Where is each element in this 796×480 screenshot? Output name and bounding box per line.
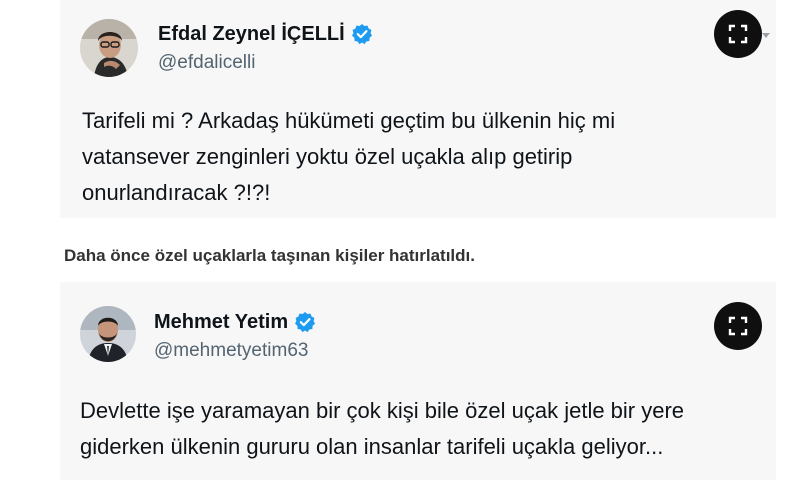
tweet-text-1-line-3: onurlandıracak ?!?! <box>82 180 271 205</box>
avatar-efdal[interactable] <box>80 19 138 77</box>
avatar-photo-icon <box>80 306 136 362</box>
author-name-2-label: Mehmet Yetim <box>154 311 289 333</box>
tweet-text-2: Devlette işe yaramayan bir çok kişi bile… <box>80 393 780 465</box>
article-caption: Daha önce özel uçaklarla taşınan kişiler… <box>64 246 475 265</box>
tweet-text-2-line-1: Devlette işe yaramayan bir çok kişi bile… <box>80 398 685 423</box>
author-handle-1[interactable]: @efdalicelli <box>158 52 255 74</box>
avatar-photo-icon <box>80 19 138 77</box>
author-handle-2[interactable]: @mehmetyetim63 <box>154 340 308 362</box>
tweet-text-1: Tarifeli mi ? Arkadaş hükümeti geçtim bu… <box>82 103 722 211</box>
expand-icon <box>728 24 748 44</box>
tweet-text-1-line-1: Tarifeli mi ? Arkadaş hükümeti geçtim bu… <box>82 108 616 133</box>
author-name-1[interactable]: Efdal Zeynel İÇELLİ <box>158 22 373 46</box>
verified-badge-icon <box>294 311 316 333</box>
avatar-mehmet[interactable] <box>80 306 136 362</box>
tweet-text-2-line-2: giderken ülkenin gururu olan insanlar ta… <box>80 434 664 459</box>
verified-badge-icon <box>351 23 373 45</box>
overflow-chevron-icon <box>762 33 770 38</box>
author-name-1-label: Efdal Zeynel İÇELLİ <box>158 23 345 45</box>
author-name-2[interactable]: Mehmet Yetim <box>154 310 316 334</box>
expand-icon <box>728 316 748 336</box>
expand-button-1[interactable] <box>714 10 762 58</box>
expand-button-2[interactable] <box>714 302 762 350</box>
tweet-text-1-line-2: vatansever zenginleri yoktu özel uçakla … <box>82 144 573 169</box>
